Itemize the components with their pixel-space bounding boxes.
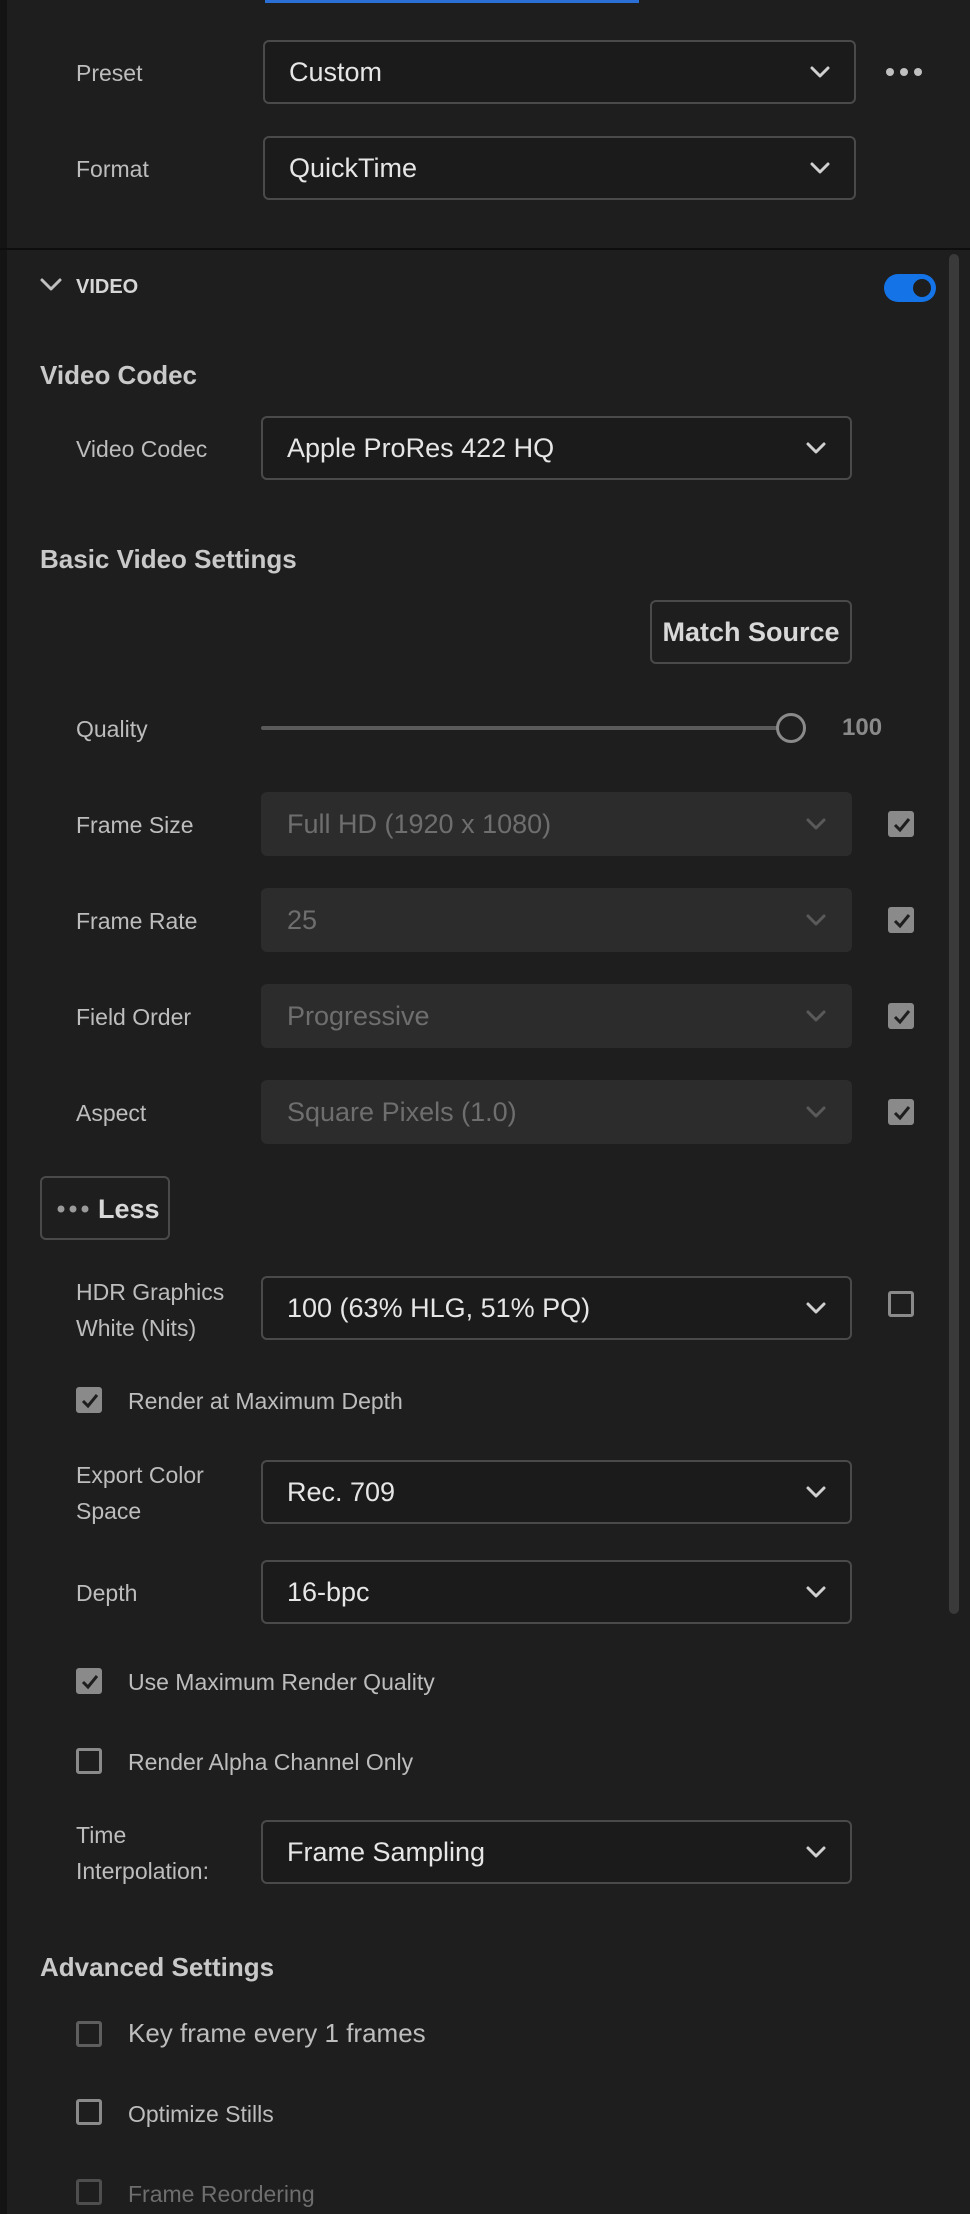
field-order-checkbox[interactable] <box>888 1003 914 1029</box>
format-dropdown[interactable]: QuickTime <box>263 136 856 200</box>
aspect-dropdown[interactable]: Square Pixels (1.0) <box>261 1080 852 1144</box>
key-frame-label: Key frame every 1 frames <box>128 2018 426 2048</box>
render-max-depth-label: Render at Maximum Depth <box>128 1388 403 1414</box>
frame-rate-value: 25 <box>287 904 318 935</box>
aspect-label: Aspect <box>76 1100 147 1126</box>
export-color-space-label-line2: Space <box>76 1498 142 1524</box>
time-interpolation-label-line1: Time <box>76 1822 127 1848</box>
format-value: QuickTime <box>289 152 418 183</box>
video-codec-label: Video Codec <box>76 436 208 462</box>
video-codec-heading: Video Codec <box>40 360 198 390</box>
ellipsis-icon <box>57 1205 89 1213</box>
more-options-icon[interactable] <box>884 62 924 82</box>
chevron-down-icon <box>806 442 826 454</box>
chevron-down-icon <box>806 1302 826 1314</box>
toggle-knob <box>913 279 931 297</box>
check-icon <box>81 1394 99 1409</box>
frame-size-dropdown[interactable]: Full HD (1920 x 1080) <box>261 792 852 856</box>
frame-reordering-checkbox[interactable] <box>76 2179 102 2205</box>
frame-size-value: Full HD (1920 x 1080) <box>287 808 552 839</box>
quality-label: Quality <box>76 716 148 742</box>
time-interpolation-label-line2: Interpolation: <box>76 1858 209 1884</box>
frame-rate-label: Frame Rate <box>76 908 198 934</box>
render-alpha-only-label: Render Alpha Channel Only <box>128 1749 414 1775</box>
chevron-down-icon <box>810 162 830 174</box>
preset-value: Custom <box>289 56 383 87</box>
field-order-label: Field Order <box>76 1004 192 1030</box>
frame-rate-dropdown[interactable]: 25 <box>261 888 852 952</box>
chevron-down-icon <box>806 818 826 830</box>
basic-video-settings-heading: Basic Video Settings <box>40 544 297 574</box>
quality-value: 100 <box>842 714 883 741</box>
chevron-down-icon <box>810 66 830 78</box>
quality-slider-handle[interactable] <box>776 713 806 743</box>
chevron-down-icon <box>806 1010 826 1022</box>
hdr-checkbox[interactable] <box>888 1291 914 1317</box>
less-button[interactable]: Less <box>40 1176 170 1240</box>
frame-size-checkbox[interactable] <box>888 811 914 837</box>
use-max-render-quality-checkbox[interactable] <box>76 1668 102 1694</box>
key-frame-checkbox[interactable] <box>76 2021 102 2047</box>
quality-slider-track[interactable] <box>261 726 791 730</box>
check-icon <box>81 1675 99 1690</box>
video-enable-toggle[interactable] <box>884 274 936 302</box>
export-color-space-dropdown[interactable]: Rec. 709 <box>261 1460 852 1524</box>
video-section-title: VIDEO <box>76 276 139 298</box>
frame-reordering-label: Frame Reordering <box>128 2181 315 2207</box>
check-icon <box>893 818 911 833</box>
frame-rate-checkbox[interactable] <box>888 907 914 933</box>
export-color-space-label-line1: Export Color <box>76 1462 204 1488</box>
chevron-down-icon <box>806 1586 826 1598</box>
section-divider <box>0 248 970 250</box>
match-source-button[interactable]: Match Source <box>650 600 852 664</box>
check-icon <box>893 1010 911 1025</box>
less-button-label: Less <box>98 1194 160 1224</box>
video-codec-value: Apple ProRes 422 HQ <box>287 432 555 463</box>
advanced-settings-heading: Advanced Settings <box>40 1952 275 1982</box>
collapse-chevron-icon[interactable] <box>38 274 64 296</box>
format-label: Format <box>76 156 149 182</box>
optimize-stills-label: Optimize Stills <box>128 2101 274 2127</box>
time-interpolation-value: Frame Sampling <box>287 1836 486 1867</box>
check-icon <box>893 1106 911 1121</box>
time-interpolation-dropdown[interactable]: Frame Sampling <box>261 1820 852 1884</box>
depth-dropdown[interactable]: 16-bpc <box>261 1560 852 1624</box>
optimize-stills-checkbox[interactable] <box>76 2099 102 2125</box>
top-link-underline[interactable] <box>265 0 639 3</box>
field-order-value: Progressive <box>287 1000 430 1031</box>
aspect-checkbox[interactable] <box>888 1099 914 1125</box>
preset-label: Preset <box>76 60 143 86</box>
chevron-down-icon <box>806 1486 826 1498</box>
export-color-space-value: Rec. 709 <box>287 1476 396 1507</box>
frame-size-label: Frame Size <box>76 812 194 838</box>
hdr-white-dropdown[interactable]: 100 (63% HLG, 51% PQ) <box>261 1276 852 1340</box>
check-icon <box>893 914 911 929</box>
field-order-dropdown[interactable]: Progressive <box>261 984 852 1048</box>
scrollbar-thumb[interactable] <box>949 254 959 1614</box>
depth-value: 16-bpc <box>287 1576 370 1607</box>
panel-left-edge <box>0 0 7 2214</box>
hdr-white-value: 100 (63% HLG, 51% PQ) <box>287 1292 591 1323</box>
chevron-down-icon <box>806 914 826 926</box>
hdr-label-line1: HDR Graphics <box>76 1279 225 1305</box>
use-max-render-quality-label: Use Maximum Render Quality <box>128 1669 435 1695</box>
render-max-depth-checkbox[interactable] <box>76 1387 102 1413</box>
video-codec-dropdown[interactable]: Apple ProRes 422 HQ <box>261 416 852 480</box>
hdr-label-line2: White (Nits) <box>76 1315 197 1341</box>
chevron-down-icon <box>806 1106 826 1118</box>
preset-dropdown[interactable]: Custom <box>263 40 856 104</box>
depth-label: Depth <box>76 1580 138 1606</box>
render-alpha-only-checkbox[interactable] <box>76 1748 102 1774</box>
chevron-down-icon <box>806 1846 826 1858</box>
aspect-value: Square Pixels (1.0) <box>287 1096 517 1127</box>
